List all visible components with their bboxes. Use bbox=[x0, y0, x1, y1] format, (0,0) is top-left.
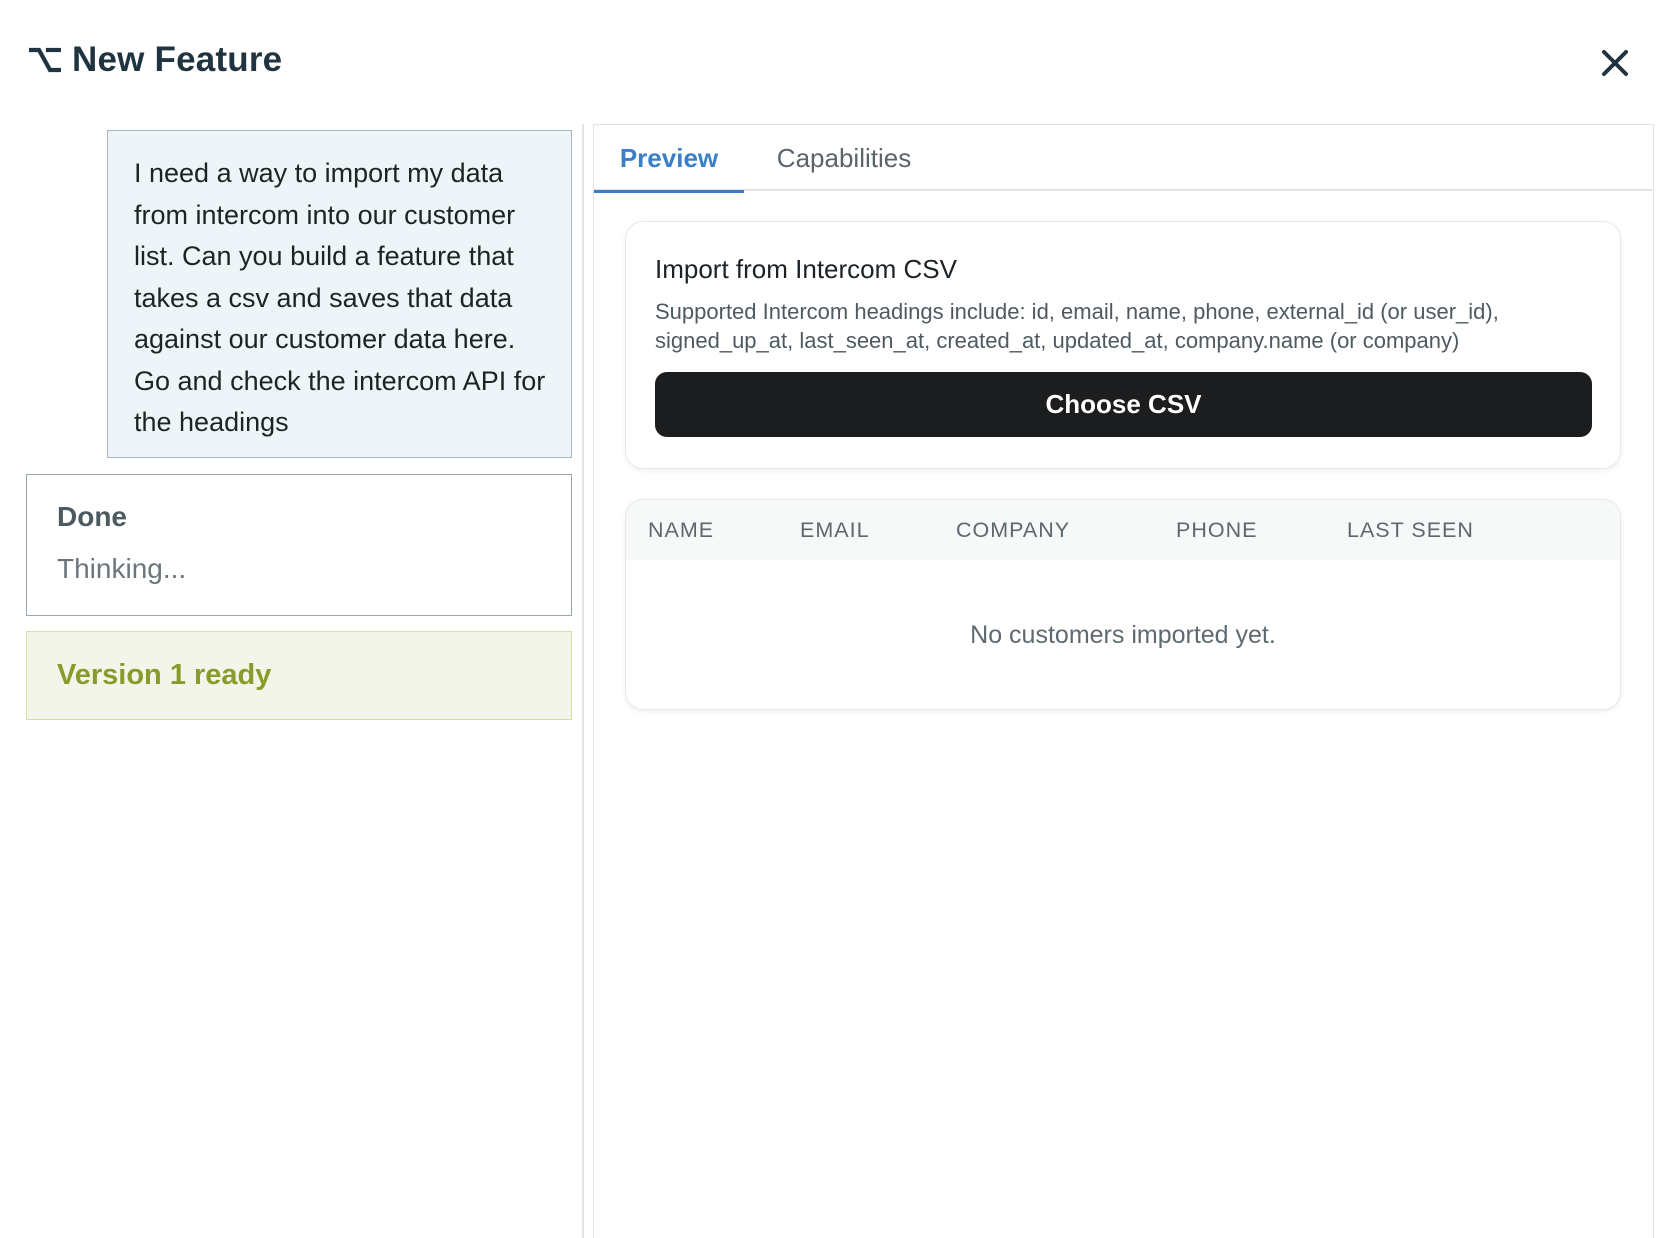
chat-panel: I need a way to import my data from inte… bbox=[0, 124, 583, 1238]
dialog-header: New Feature bbox=[0, 0, 1670, 124]
status-title: Done bbox=[57, 501, 127, 532]
version-label: Version 1 ready bbox=[57, 659, 272, 691]
empty-state-message: No customers imported yet. bbox=[970, 620, 1276, 649]
tab-capabilities[interactable]: Capabilities bbox=[764, 125, 924, 191]
tab-preview[interactable]: Preview bbox=[594, 125, 744, 193]
close-icon bbox=[1601, 49, 1629, 82]
column-header-email[interactable]: EMAIL bbox=[800, 500, 870, 560]
version-card[interactable]: Version 1 ready bbox=[26, 631, 572, 720]
import-description: Supported Intercom headings include: id,… bbox=[655, 299, 1499, 353]
status-subtitle: Thinking... bbox=[57, 553, 187, 584]
tab-bar: Preview Capabilities bbox=[594, 125, 1652, 193]
column-header-name[interactable]: NAME bbox=[648, 500, 714, 560]
column-header-phone[interactable]: PHONE bbox=[1176, 500, 1257, 560]
import-card: Import from Intercom CSV Supported Inter… bbox=[625, 221, 1621, 469]
close-button[interactable] bbox=[1594, 44, 1636, 86]
table-header: NAME EMAIL COMPANY PHONE LAST SEEN bbox=[626, 500, 1620, 560]
status-card: Done Thinking... bbox=[26, 474, 572, 616]
dialog-title: New Feature bbox=[28, 40, 282, 80]
page-title: New Feature bbox=[72, 40, 283, 79]
column-header-company[interactable]: COMPANY bbox=[956, 500, 1070, 560]
column-divider bbox=[582, 124, 584, 1238]
option-key-icon bbox=[28, 43, 62, 77]
user-message: I need a way to import my data from inte… bbox=[107, 130, 572, 458]
customers-table: NAME EMAIL COMPANY PHONE LAST SEEN No cu… bbox=[625, 499, 1621, 710]
column-header-last-seen[interactable]: LAST SEEN bbox=[1347, 500, 1474, 560]
preview-panel: Preview Capabilities Import from Interco… bbox=[593, 124, 1654, 1238]
choose-csv-button[interactable]: Choose CSV bbox=[655, 372, 1592, 437]
import-title: Import from Intercom CSV bbox=[655, 254, 957, 284]
